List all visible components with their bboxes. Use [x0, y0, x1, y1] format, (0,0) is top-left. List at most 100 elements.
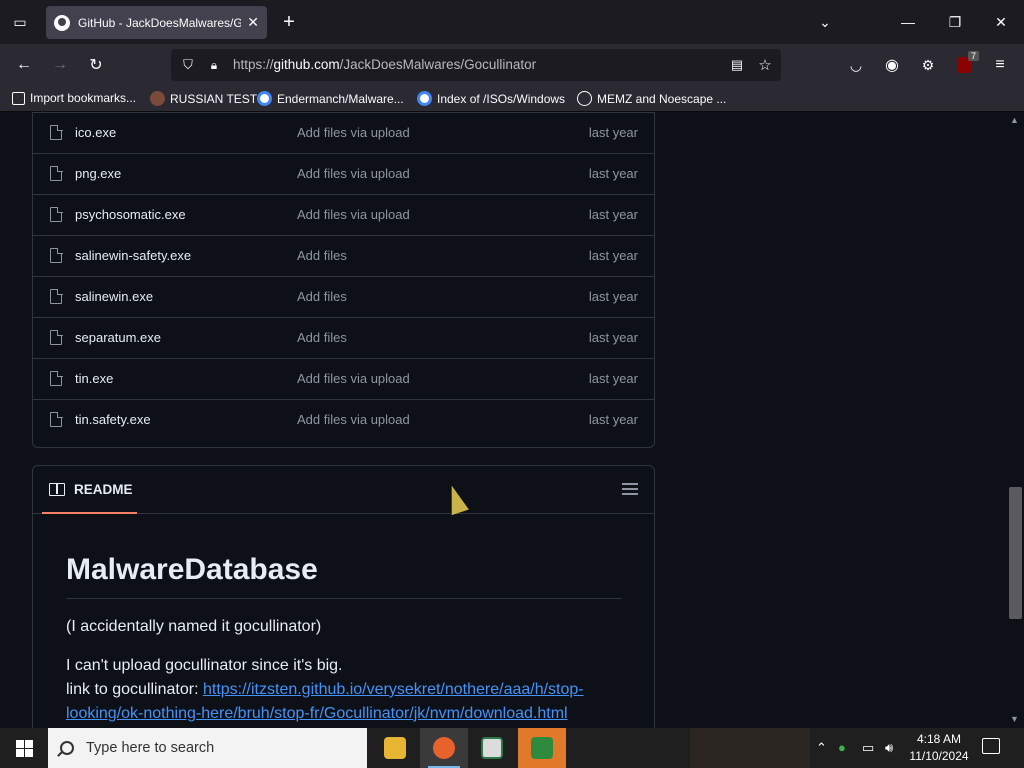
outline-list-icon[interactable] — [622, 483, 638, 497]
lock-icon[interactable]: 🔒︎ — [203, 54, 225, 76]
reload-icon[interactable]: ↻ — [85, 54, 107, 76]
commit-date: last year — [588, 207, 638, 222]
globe-icon — [577, 91, 592, 106]
file-row[interactable]: tin.exe Add files via upload last year — [33, 358, 654, 399]
commit-message[interactable]: Add files via upload — [297, 412, 410, 427]
search-placeholder: Type here to search — [86, 740, 215, 756]
import-icon — [12, 91, 25, 105]
github-icon — [54, 14, 70, 31]
download-link-continued[interactable]: looking/ok-nothing-here/bruh/stop-fr/Goc… — [66, 705, 568, 722]
account-icon[interactable]: ◉ — [881, 54, 903, 76]
file-icon — [50, 206, 63, 222]
firefox-button[interactable] — [420, 728, 468, 768]
reader-view-icon[interactable]: ▤ — [726, 54, 748, 76]
commit-message[interactable]: Add files via upload — [297, 125, 410, 140]
file-row[interactable]: ico.exe Add files via upload last year — [33, 112, 654, 153]
clock-time: 4:18 AM — [916, 732, 962, 746]
scroll-down-icon[interactable]: ▼ — [1010, 714, 1019, 724]
file-icon — [50, 411, 63, 427]
file-name[interactable]: png.exe — [75, 166, 121, 181]
minimize-icon[interactable]: — — [897, 11, 919, 33]
file-row[interactable]: png.exe Add files via upload last year — [33, 153, 654, 194]
shield-icon[interactable]: ⛉ — [177, 54, 199, 76]
scrollbar[interactable]: ▲ ▼ — [1006, 112, 1024, 728]
file-name[interactable]: separatum.exe — [75, 330, 161, 345]
news-app-button[interactable] — [468, 728, 516, 768]
file-row[interactable]: separatum.exe Add files last year — [33, 317, 654, 358]
file-icon — [50, 247, 63, 263]
clock[interactable]: 4:18 AM 11/10/2024 — [906, 731, 972, 765]
bookmark-isos[interactable]: Index of /ISOs/Windows — [417, 91, 565, 106]
file-name[interactable]: tin.safety.exe — [75, 412, 151, 427]
file-name[interactable]: ico.exe — [75, 125, 116, 140]
file-name[interactable]: psychosomatic.exe — [75, 207, 186, 222]
start-button[interactable] — [0, 728, 48, 768]
file-row[interactable]: psychosomatic.exe Add files via upload l… — [33, 194, 654, 235]
file-name[interactable]: salinewin.exe — [75, 289, 153, 304]
commit-message[interactable]: Add files via upload — [297, 371, 410, 386]
readme-link-line: link to gocullinator: https://itzsten.gi… — [66, 681, 584, 698]
restore-icon[interactable]: ❐ — [944, 11, 966, 33]
file-name[interactable]: tin.exe — [75, 371, 113, 386]
commit-message[interactable]: Add files via upload — [297, 166, 410, 181]
network-icon[interactable]: ▭ — [862, 740, 874, 756]
back-icon[interactable]: ← — [13, 54, 35, 76]
firefox-icon — [433, 737, 455, 759]
bookmark-star-icon[interactable]: ☆ — [754, 54, 776, 76]
site-icon — [150, 91, 165, 106]
file-row[interactable]: salinewin-safety.exe Add files last year — [33, 235, 654, 276]
readme-title: MalwareDatabase — [66, 553, 318, 586]
forward-icon[interactable]: → — [49, 54, 71, 76]
commit-message[interactable]: Add files — [297, 248, 347, 263]
page-content: ico.exe Add files via upload last year p… — [0, 112, 1024, 728]
extensions-icon[interactable]: ⚙ — [917, 54, 939, 76]
readme-paragraph: I can't upload gocullinator since it's b… — [66, 657, 343, 674]
navigation-bar: ← → ↻ ⛉ 🔒︎ https://github.com/JackDoesMa… — [0, 44, 1024, 86]
user-icon[interactable]: ● — [838, 740, 846, 755]
game-app-icon — [531, 737, 553, 759]
file-icon — [50, 329, 63, 345]
tab-list-icon[interactable]: ▭ — [9, 11, 31, 33]
game-app-button[interactable] — [518, 728, 566, 768]
tab-bar: ▭ GitHub - JackDoesMalwares/Go ✕ + ⌄ — ❐… — [0, 0, 1024, 44]
taskbar: Type here to search ⌃ ● ▭ 🔊︎ 4:18 AM 11/… — [0, 728, 1024, 768]
taskbar-search[interactable]: Type here to search — [48, 728, 367, 768]
chevron-down-icon[interactable]: ⌄ — [814, 11, 836, 33]
file-icon — [50, 288, 63, 304]
file-row[interactable]: salinewin.exe Add files last year — [33, 276, 654, 317]
bookmark-endermanch[interactable]: Endermanch/Malware... — [257, 91, 404, 106]
ublock-icon[interactable]: 7 — [953, 51, 979, 76]
taskbar-wallpaper-area — [690, 728, 810, 768]
menu-icon[interactable]: ≡ — [989, 54, 1011, 76]
url-text[interactable]: https://github.com/JackDoesMalwares/Gocu… — [233, 57, 536, 72]
scroll-up-icon[interactable]: ▲ — [1010, 115, 1019, 125]
commit-date: last year — [588, 330, 638, 345]
new-tab-icon[interactable]: + — [278, 11, 300, 33]
book-icon — [49, 482, 65, 496]
bookmark-russian-test[interactable]: RUSSIAN TEST — [150, 91, 257, 106]
volume-icon[interactable]: 🔊︎ — [885, 740, 893, 756]
file-explorer-icon — [384, 737, 406, 759]
pocket-icon[interactable]: ◡ — [845, 54, 867, 76]
download-link[interactable]: https://itzsten.github.io/verysekret/not… — [203, 681, 584, 698]
commit-message[interactable]: Add files — [297, 289, 347, 304]
bookmark-import[interactable]: Import bookmarks... — [12, 91, 136, 105]
close-tab-icon[interactable]: ✕ — [247, 14, 259, 31]
commit-message[interactable]: Add files via upload — [297, 207, 410, 222]
commit-date: last year — [588, 125, 638, 140]
tab-readme[interactable]: README — [42, 466, 137, 514]
close-window-icon[interactable]: ✕ — [990, 11, 1012, 33]
scroll-thumb[interactable] — [1009, 487, 1022, 619]
commit-message[interactable]: Add files — [297, 330, 347, 345]
file-explorer-button[interactable] — [371, 728, 419, 768]
url-bar[interactable]: ⛉ 🔒︎ https://github.com/JackDoesMalwares… — [171, 49, 781, 81]
readme-paragraph: (I accidentally named it gocullinator) — [66, 618, 322, 635]
readme-tab-label: README — [74, 481, 133, 497]
file-row[interactable]: tin.safety.exe Add files via upload last… — [33, 399, 654, 440]
chevron-up-icon[interactable]: ⌃ — [816, 740, 827, 756]
bookmark-memz[interactable]: MEMZ and Noescape ... — [577, 91, 726, 106]
file-name[interactable]: salinewin-safety.exe — [75, 248, 191, 263]
tab-github[interactable]: GitHub - JackDoesMalwares/Go ✕ — [46, 6, 267, 39]
notification-icon[interactable] — [982, 738, 1000, 754]
windows-icon — [15, 739, 33, 757]
